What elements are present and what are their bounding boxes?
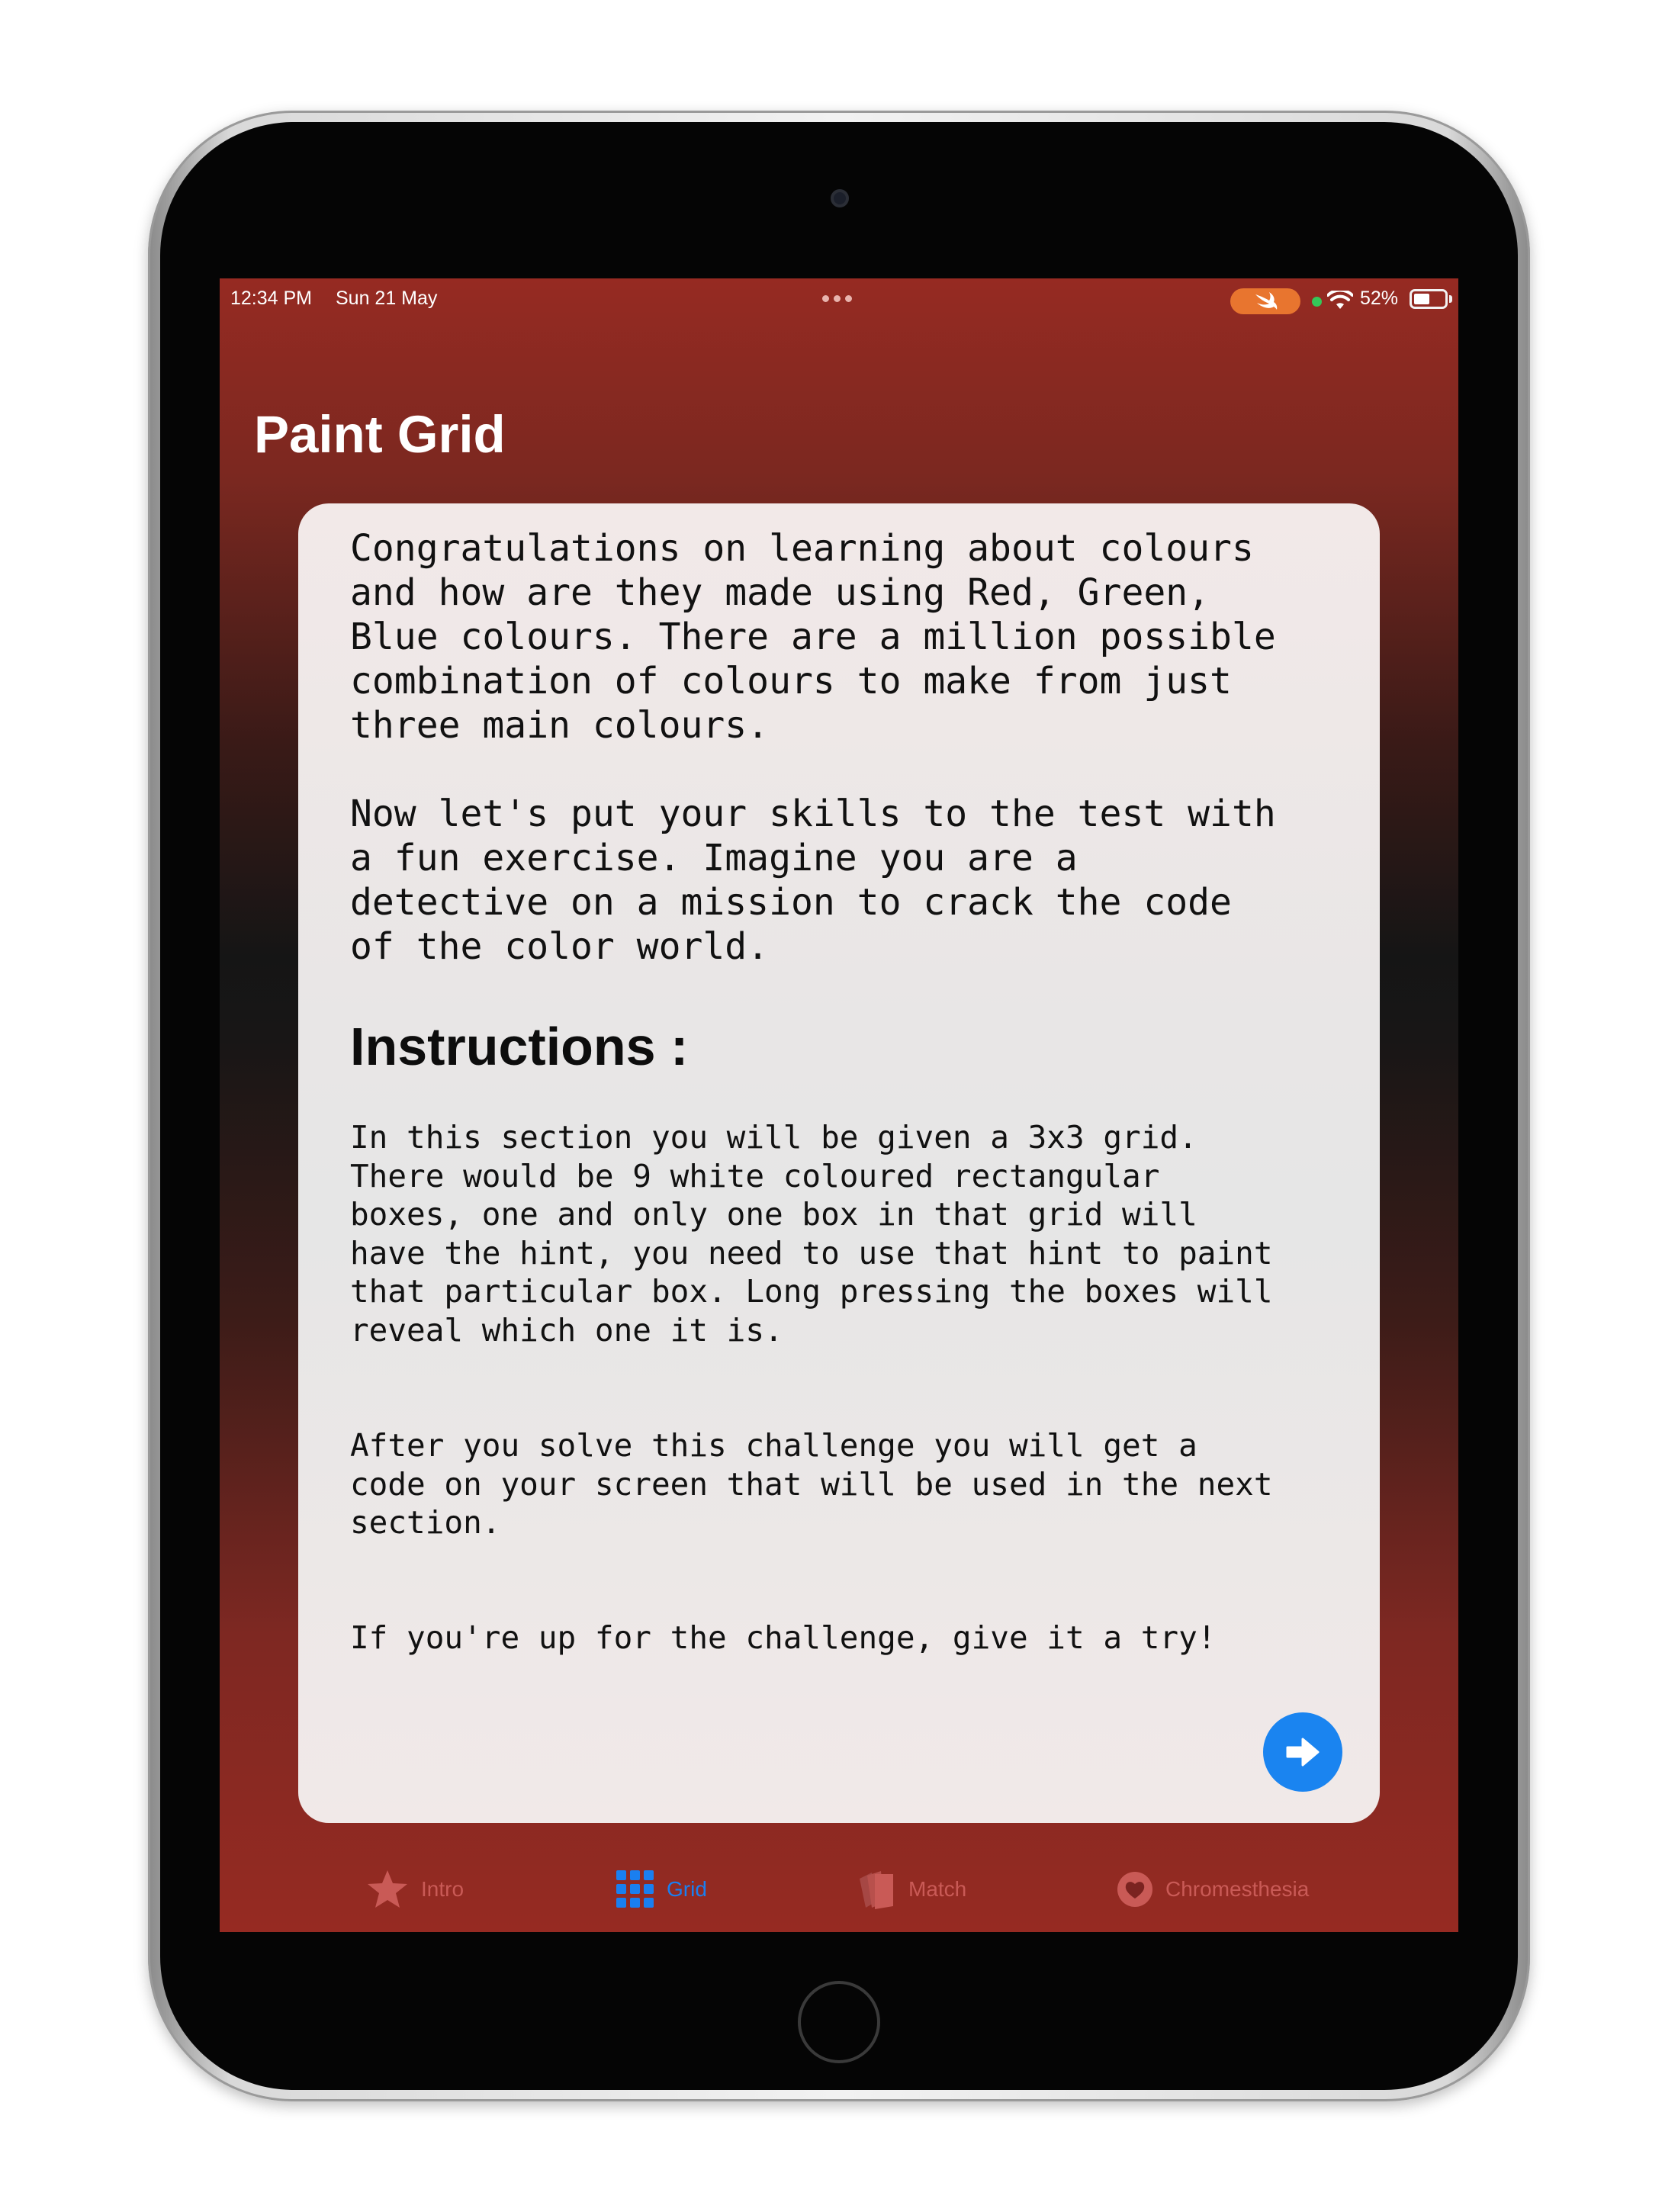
status-date: Sun 21 May [336, 288, 438, 309]
tab-match[interactable]: Match [857, 1859, 966, 1920]
battery-cap [1449, 295, 1452, 303]
tab-label: Grid [667, 1877, 707, 1901]
instructions-heading: Instructions : [350, 1017, 689, 1076]
status-bar: 12:34 PM Sun 21 May 52% [220, 278, 1458, 318]
intro-paragraph: Congratulations on learning about colour… [350, 527, 1276, 747]
home-button[interactable] [798, 1981, 880, 2063]
tab-label: Intro [421, 1877, 465, 1901]
swift-icon [1255, 292, 1278, 310]
tab-label: Chromesthesia [1165, 1877, 1310, 1901]
star-icon [366, 1869, 409, 1910]
instructions-card: Congratulations on learning about colour… [298, 503, 1380, 1823]
cards-icon [857, 1868, 896, 1911]
status-time: 12:34 PM [230, 288, 313, 309]
tab-grid[interactable]: Grid [616, 1859, 707, 1920]
camera-in-use-dot [1312, 297, 1322, 307]
tab-bar: Intro Grid Match Chromesthesia [220, 1859, 1458, 1920]
instructions-paragraph: In this section you will be given a 3x3 … [350, 1119, 1273, 1349]
tab-label: Match [908, 1877, 967, 1901]
intro-paragraph: Now let's put your skills to the test wi… [350, 793, 1276, 968]
battery-level-fill [1414, 294, 1429, 304]
page-title: Paint Grid [254, 405, 506, 464]
grid-icon [616, 1870, 654, 1908]
battery-percent: 52% [1360, 288, 1399, 309]
arrow-right-icon [1286, 1738, 1320, 1767]
tab-chromesthesia[interactable]: Chromesthesia [1117, 1859, 1309, 1920]
swift-playgrounds-indicator[interactable] [1230, 288, 1300, 314]
battery-icon [1410, 289, 1448, 309]
instructions-paragraph: After you solve this challenge you will … [350, 1427, 1273, 1541]
multitasking-dots-icon[interactable] [822, 295, 852, 302]
instructions-paragraph: If you're up for the challenge, give it … [350, 1619, 1217, 1656]
heart-icon [1117, 1871, 1153, 1908]
app-screen: 12:34 PM Sun 21 May 52% Paint Grid Congr… [220, 278, 1458, 1932]
tab-intro[interactable]: Intro [366, 1859, 464, 1920]
wifi-icon [1327, 291, 1353, 309]
next-button[interactable] [1263, 1712, 1342, 1792]
front-camera [831, 189, 849, 207]
